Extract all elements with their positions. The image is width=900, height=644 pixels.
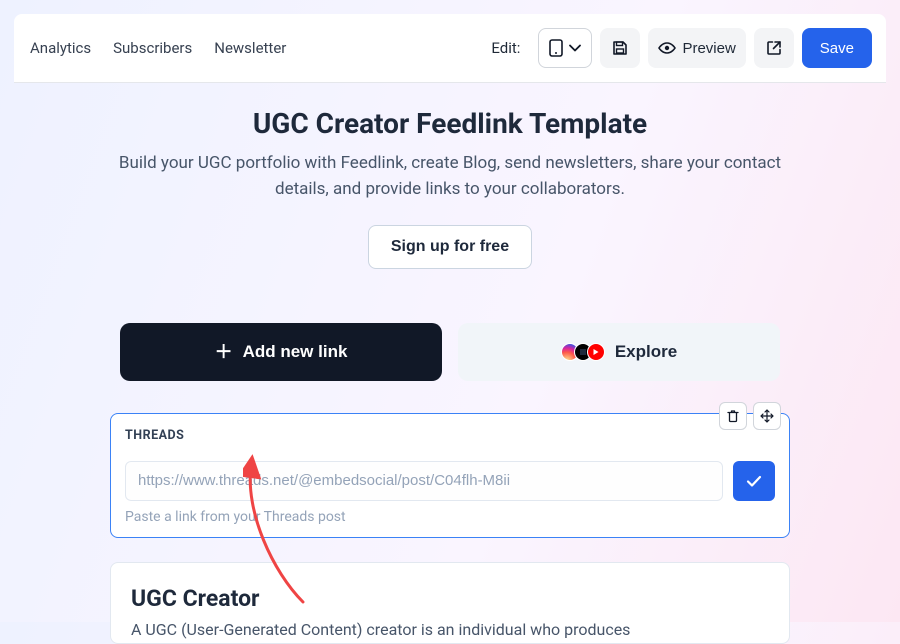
threads-url-input[interactable] [125,461,723,501]
check-icon [746,474,762,488]
youtube-icon [587,343,605,361]
info-card-title: UGC Creator [131,585,769,612]
preview-label: Preview [682,40,735,57]
signup-button[interactable]: Sign up for free [368,225,532,269]
add-link-label: Add new link [243,342,348,362]
save-button[interactable]: Save [802,28,872,68]
eye-icon [658,41,676,55]
plus-icon: ＋ [215,343,233,361]
info-card-body: A UGC (User-Generated Content) creator i… [131,620,769,639]
external-link-icon [766,40,782,56]
move-button[interactable] [753,402,781,430]
edit-label: Edit: [491,39,520,57]
nav-subscribers[interactable]: Subscribers [113,39,192,57]
info-card: UGC Creator A UGC (User-Generated Conten… [110,562,790,644]
page-subtitle: Build your UGC portfolio with Feedlink, … [100,150,800,203]
trash-icon [726,409,740,423]
threads-section-label: THREADS [125,428,775,443]
chevron-down-icon [569,43,581,53]
add-new-link-button[interactable]: ＋ Add new link [120,323,442,381]
page-title: UGC Creator Feedlink Template [20,107,880,140]
threads-helper-text: Paste a link from your Threads post [125,509,775,525]
mobile-icon [549,39,563,57]
threads-card: THREADS Paste a link from your Threads p… [110,413,790,538]
confirm-button[interactable] [733,461,775,501]
nav-analytics[interactable]: Analytics [30,39,91,57]
preview-button[interactable]: Preview [648,28,745,68]
device-select[interactable] [538,28,592,68]
nav-newsletter[interactable]: Newsletter [214,39,286,57]
social-icons [561,343,605,361]
save-draft-button[interactable] [600,28,640,68]
topbar: Analytics Subscribers Newsletter Edit: P… [14,14,886,83]
explore-label: Explore [615,342,677,362]
open-external-button[interactable] [754,28,794,68]
delete-button[interactable] [719,402,747,430]
move-icon [760,409,774,423]
nav-links: Analytics Subscribers Newsletter [30,39,286,57]
save-icon [612,40,628,56]
explore-button[interactable]: Explore [458,323,780,381]
